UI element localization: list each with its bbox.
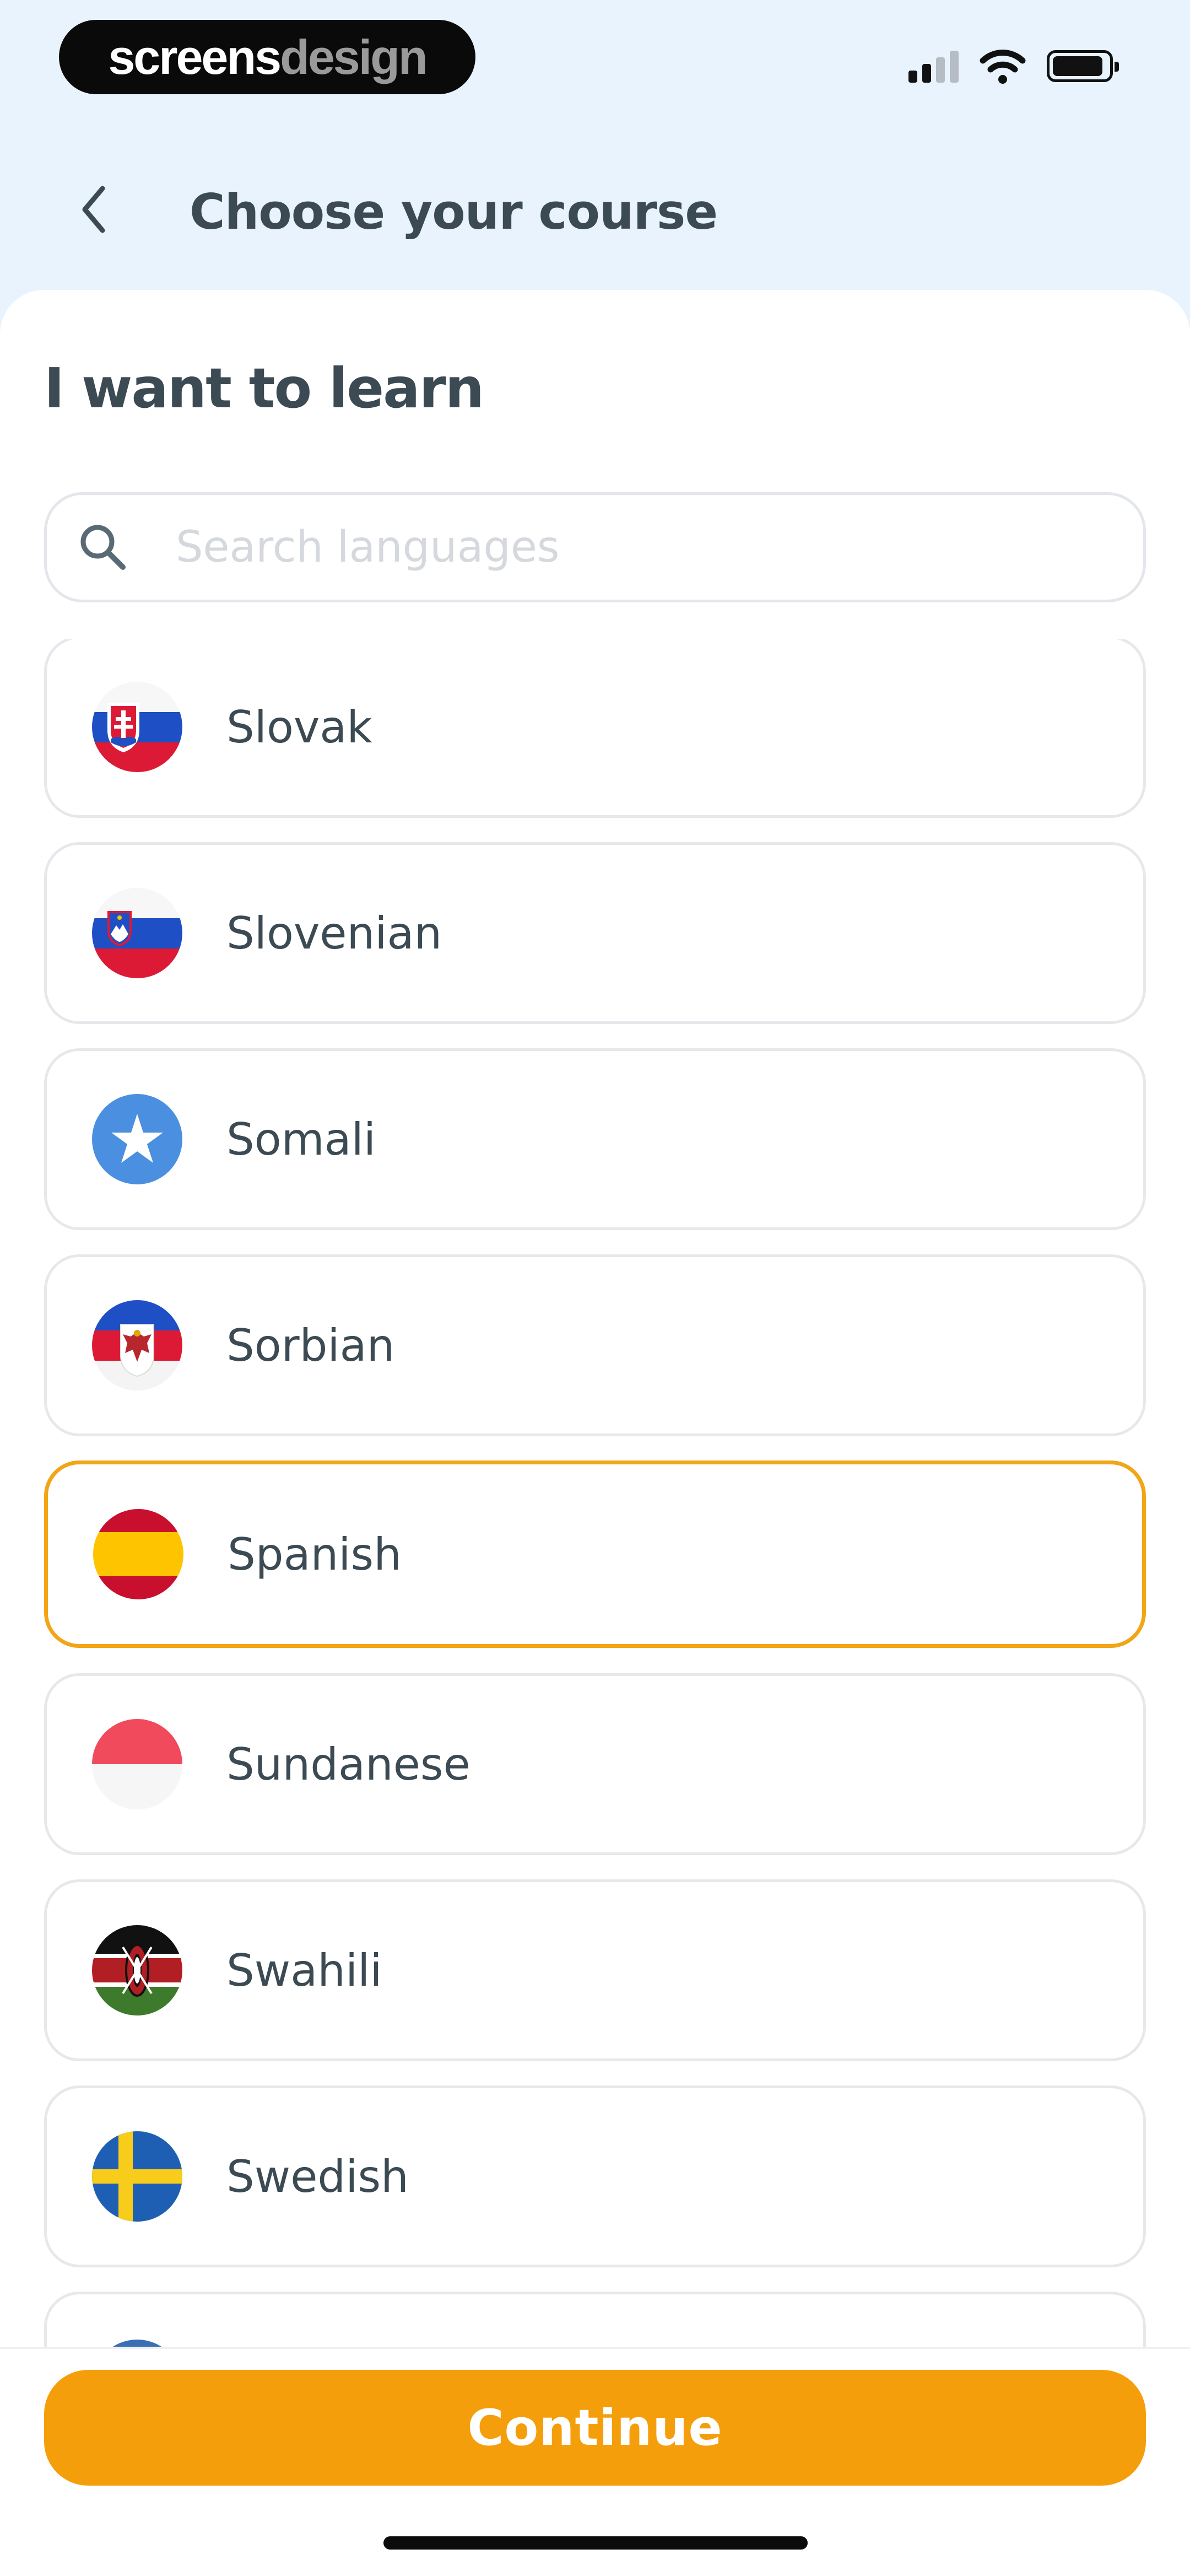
wifi-icon (980, 50, 1026, 84)
language-label: Slovenian (226, 907, 442, 959)
sorbian-flag-icon (92, 1300, 182, 1391)
language-label: Swahili (226, 1944, 382, 1996)
spain-flag-icon (93, 1509, 183, 1599)
language-item-spanish[interactable]: Spanish (44, 1461, 1146, 1648)
language-label: Swedish (226, 2151, 409, 2202)
slovenia-flag-icon (92, 888, 182, 978)
kenya-flag-icon (92, 1925, 182, 2015)
search-input[interactable] (175, 522, 1003, 573)
language-label: Spanish (228, 1528, 402, 1580)
home-indicator[interactable] (383, 2536, 808, 2550)
language-label: Somali (226, 1113, 376, 1165)
back-button[interactable] (66, 176, 121, 242)
language-item-partial[interactable] (44, 2292, 1146, 2348)
language-item-sorbian[interactable]: Sorbian (44, 1254, 1146, 1436)
section-title: I want to learn (44, 356, 484, 421)
brand-logo-part2: design (280, 29, 428, 84)
language-item-sundanese[interactable]: Sundanese (44, 1673, 1146, 1855)
language-item-somali[interactable]: Somali (44, 1048, 1146, 1230)
language-list[interactable]: Slovak Slovenian Somali Sorbian Spanish … (0, 639, 1190, 2348)
language-item-swedish[interactable]: Swedish (44, 2085, 1146, 2267)
battery-icon (1047, 50, 1119, 82)
brand-logo: screens design (59, 20, 475, 94)
signal-icon (908, 50, 959, 83)
language-label: Sorbian (226, 1319, 395, 1371)
language-label: Sundanese (226, 1738, 470, 1790)
brand-logo-part1: screens (108, 29, 282, 84)
somalia-flag-icon (92, 1094, 182, 1184)
search-icon (75, 520, 131, 575)
language-item-slovak[interactable]: Slovak (44, 639, 1146, 818)
search-bar[interactable] (44, 492, 1146, 602)
slovakia-flag-icon (92, 682, 182, 772)
status-icons (908, 44, 1119, 88)
continue-button[interactable]: Continue (44, 2370, 1146, 2486)
language-item-slovenian[interactable]: Slovenian (44, 842, 1146, 1024)
language-label: Slovak (226, 701, 372, 753)
sweden-flag-icon (92, 2131, 182, 2222)
chevron-left-icon (82, 186, 105, 233)
page-title: Choose your course (190, 184, 718, 240)
sundanese-flag-icon (92, 1719, 182, 1809)
language-item-swahili[interactable]: Swahili (44, 1879, 1146, 2061)
